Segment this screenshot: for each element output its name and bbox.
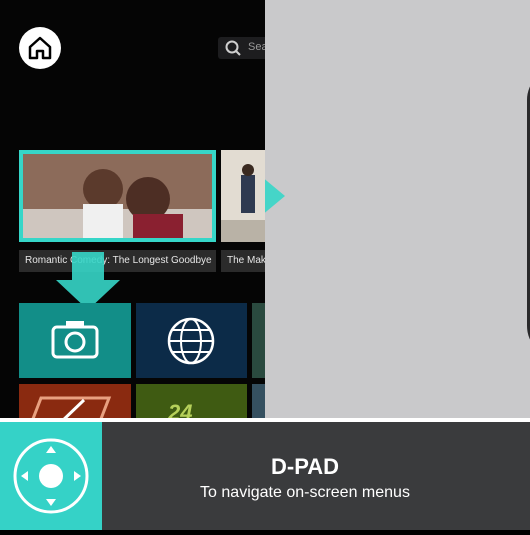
arrow-right-indicator: [265, 179, 285, 213]
keyboard-panel: ⌫ del back \ enter shift ► logi: [265, 0, 530, 422]
globe-icon: [167, 317, 215, 365]
feature-banner: D-PAD To navigate on-screen menus: [0, 422, 530, 530]
camera-tile[interactable]: [19, 303, 131, 378]
camera-icon: [51, 321, 99, 359]
movie-caption: The Mak: [221, 250, 265, 272]
movie-thumbnail: [23, 154, 212, 238]
featured-movie-card[interactable]: [19, 150, 216, 242]
dpad-icon-box: [0, 422, 102, 530]
dpad-icon: [13, 438, 89, 514]
app-tile[interactable]: [19, 384, 131, 422]
feature-subtitle: To navigate on-screen menus: [200, 484, 410, 501]
search-icon: [225, 40, 241, 56]
feature-title: D-PAD: [270, 454, 340, 479]
globe-tile[interactable]: [136, 303, 247, 378]
app-tile[interactable]: 24: [136, 384, 247, 422]
home-icon: [28, 36, 52, 60]
app-tile[interactable]: [252, 384, 265, 422]
app-logo: [30, 396, 112, 422]
tv-screen: Sea Romantic Comedy: The Longest Goodbye…: [0, 0, 265, 422]
next-movie-card[interactable]: [221, 150, 265, 242]
search-placeholder: Sea: [248, 41, 265, 53]
app-logo: 24: [167, 400, 192, 422]
search-box[interactable]: Sea: [218, 37, 265, 59]
movie-thumbnail: [221, 150, 265, 242]
home-button[interactable]: [19, 27, 61, 69]
app-tile[interactable]: [252, 303, 265, 378]
